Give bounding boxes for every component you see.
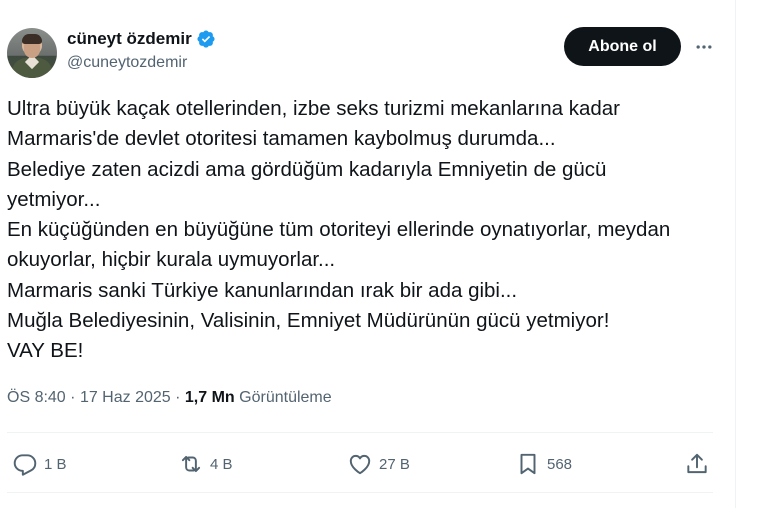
like-button[interactable]: 27 B (347, 444, 410, 484)
views-count: 1,7 Mn (184, 389, 235, 406)
retweet-button[interactable]: 4 B (178, 444, 233, 484)
bookmark-button[interactable]: 568 (515, 444, 572, 484)
tweet-line: Marmaris'de devlet otoritesi tamamen kay… (7, 127, 556, 151)
retweet-count: 4 B (210, 455, 233, 473)
tweet-line: Belediye zaten acizdi ama gördüğüm kadar… (7, 157, 607, 181)
verified-badge-icon (197, 30, 215, 48)
tweet-line: Muğla Belediyesinin, Valisinin, Emniyet … (7, 309, 610, 333)
author-name-row: cüneyt özdemir (67, 29, 216, 49)
tweet-line: Marmaris sanki Türkiye kanunlarından ıra… (7, 278, 518, 302)
divider (7, 492, 713, 493)
tweet-time[interactable]: ÖS 8:40 (7, 389, 66, 406)
divider (7, 432, 713, 433)
tweet-text: Ultra büyük kaçak otellerinden, izbe sek… (7, 94, 727, 367)
reply-icon (13, 454, 37, 476)
tweet-line: okuyorlar, hiçbir kurala uymuyorlar... (7, 248, 336, 272)
follow-button[interactable]: Abone ol (564, 27, 681, 66)
bookmark-count: 568 (547, 455, 573, 473)
tweet-line: yetmiyor... (7, 187, 101, 211)
action-bar: 1 B 4 B 27 B 568 (0, 444, 735, 484)
tweet-line: VAY BE! (7, 339, 84, 363)
more-options-icon[interactable] (690, 33, 718, 61)
tweet: cüneyt özdemir @cuneytozdemir Abone ol U… (0, 0, 735, 508)
share-button[interactable] (684, 444, 710, 484)
tweet-line: En küçüğünden en büyüğüne tüm otoriteyi … (7, 218, 671, 242)
meta-separator: · (70, 389, 76, 406)
display-name[interactable]: cüneyt özdemir (67, 29, 192, 49)
column-border (735, 0, 736, 508)
tweet-line: Ultra büyük kaçak otellerinden, izbe sek… (7, 97, 620, 120)
share-icon (687, 453, 707, 474)
tweet-date[interactable]: 17 Haz 2025 (80, 389, 171, 406)
user-handle[interactable]: @cuneytozdemir (67, 54, 187, 72)
views-label: Görüntüleme (239, 389, 332, 406)
retweet-icon (181, 455, 201, 473)
tweet-meta: ÖS 8:40 · 17 Haz 2025 · 1,7 Mn Görüntüle… (7, 389, 332, 407)
bookmark-icon (520, 453, 536, 475)
reply-count: 1 B (44, 455, 67, 473)
like-count: 27 B (379, 455, 410, 473)
meta-separator: · (175, 389, 181, 406)
avatar[interactable] (7, 28, 57, 78)
reply-button[interactable]: 1 B (12, 444, 67, 484)
heart-icon (349, 454, 371, 475)
